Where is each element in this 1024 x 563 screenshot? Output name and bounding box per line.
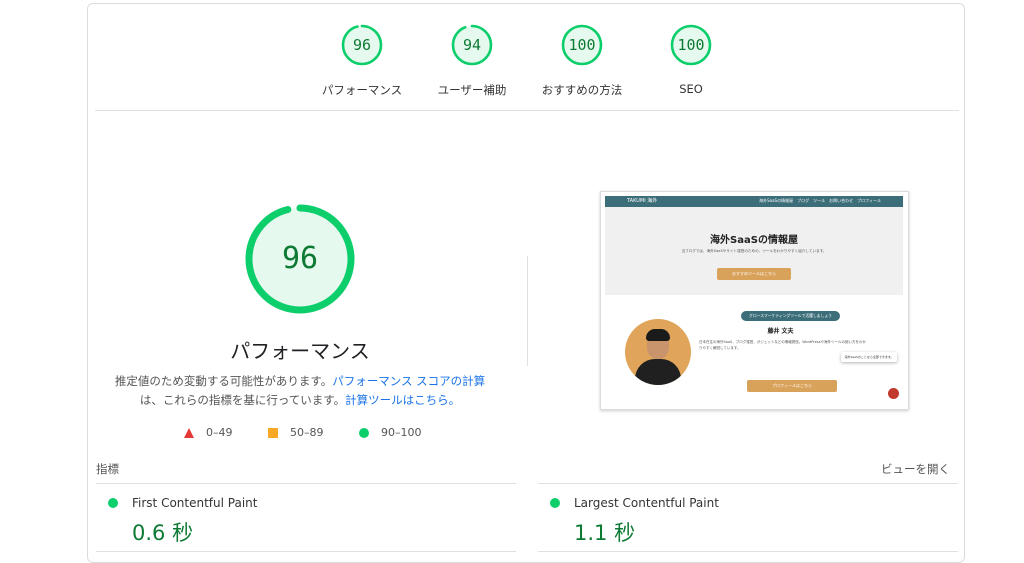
site-navbar: TAKUMI 海外 海外SaaSの情報屋 ブログ ツール お問い合わせ プロフィ… [605,196,903,207]
calculator-link[interactable]: 計算ツールはこちら。 [345,393,460,407]
gauge-score: 100 [568,36,596,54]
gauge-label: ユーザー補助 [437,83,507,97]
legend-label: 0–49 [206,426,233,439]
divider [527,256,528,366]
desc-text: は、これらの指標を基に行っています。 [139,393,346,407]
gauge-ring: 94 [451,24,493,66]
final-screenshot[interactable]: TAKUMI 海外 海外SaaSの情報屋 ブログ ツール お問い合わせ プロフィ… [600,191,909,410]
gauge-label: おすすめの方法 [541,83,623,97]
expand-view-toggle[interactable]: ビューを開く [881,461,950,477]
divider [95,110,959,111]
divider [538,483,958,484]
score-calculation-link[interactable]: パフォーマンス スコアの計算 [332,374,485,388]
metric-name: Largest Contentful Paint [574,496,719,510]
gauge-ring: 100 [561,24,603,66]
site-hero-title: 海外SaaSの情報屋 [710,235,798,246]
gauge-score: 94 [462,36,482,54]
site-pill-banner: グロースマーケティングツールで活躍しましょう [741,311,840,321]
gauge-score: 96 [352,36,372,54]
circle-icon [359,427,369,438]
gauge-score: 100 [677,36,705,54]
metric-value: 1.1 秒 [574,521,636,545]
gauge-performance[interactable]: 96 パフォーマンス [307,24,417,98]
divider [538,551,958,552]
performance-score: 96 [281,241,319,276]
site-logo: TAKUMI 海外 [627,198,658,204]
site-author-name: 藤井 文夫 [767,328,794,335]
metric-name: First Contentful Paint [132,496,258,510]
site-profile-button: プロフィールはこちら [747,380,837,392]
metric-fcp: First Contentful Paint 0.6 秒 [108,496,257,547]
gauge-accessibility[interactable]: 94 ユーザー補助 [417,24,527,98]
site-hero: 海外SaaSの情報屋 当ブログでは、海外SaaSやサイト運営のための、ツールをわ… [605,207,903,295]
site-hero-button: おすすめツールはこちら [717,268,791,280]
site-hero-subtitle: 当ブログでは、海外SaaSやサイト運営のための、ツールをわかりやすく紹介していま… [681,249,827,253]
legend-average: 50–89 [268,426,324,439]
metric-lcp: Largest Contentful Paint 1.1 秒 [550,496,719,547]
legend-label: 50–89 [290,426,324,439]
legend-fail: 0–49 [184,426,233,439]
gauge-label: パフォーマンス [321,83,403,97]
site-chat-icon [888,388,899,399]
metrics-header: 指標 [96,462,119,476]
gauge-ring: 100 [670,24,712,66]
square-icon [268,427,278,438]
legend-pass: 90–100 [359,426,422,439]
gauge-best-practices[interactable]: 100 おすすめの方法 [527,24,637,98]
performance-title: パフォーマンス [230,339,370,363]
performance-gauge-large: 96 [244,203,356,315]
site-author-bio: 日本在住の海外SaaS、ブログ運営、ガジェットなどの情報発信。WordPress… [699,340,866,350]
performance-description: 推定値のため変動する可能性があります。パフォーマンス スコアの計算 は、これらの… [108,372,492,410]
pass-circle-icon [550,498,560,508]
avatar-body [635,359,681,385]
gauge-ring: 96 [341,24,383,66]
desc-text: 推定値のため変動する可能性があります。 [114,374,333,388]
legend-label: 90–100 [381,426,422,439]
gauge-label: SEO [679,82,703,96]
pass-circle-icon [108,498,118,508]
site-chat-bubble: 海外SaaSのことなら全部できます。 [841,352,897,362]
gauge-seo[interactable]: 100 SEO [636,24,746,96]
metric-value: 0.6 秒 [132,521,194,545]
site-nav-links: 海外SaaSの情報屋 ブログ ツール お問い合わせ プロフィール [759,198,881,203]
divider [96,483,516,484]
triangle-icon [184,427,194,438]
divider [96,551,516,552]
